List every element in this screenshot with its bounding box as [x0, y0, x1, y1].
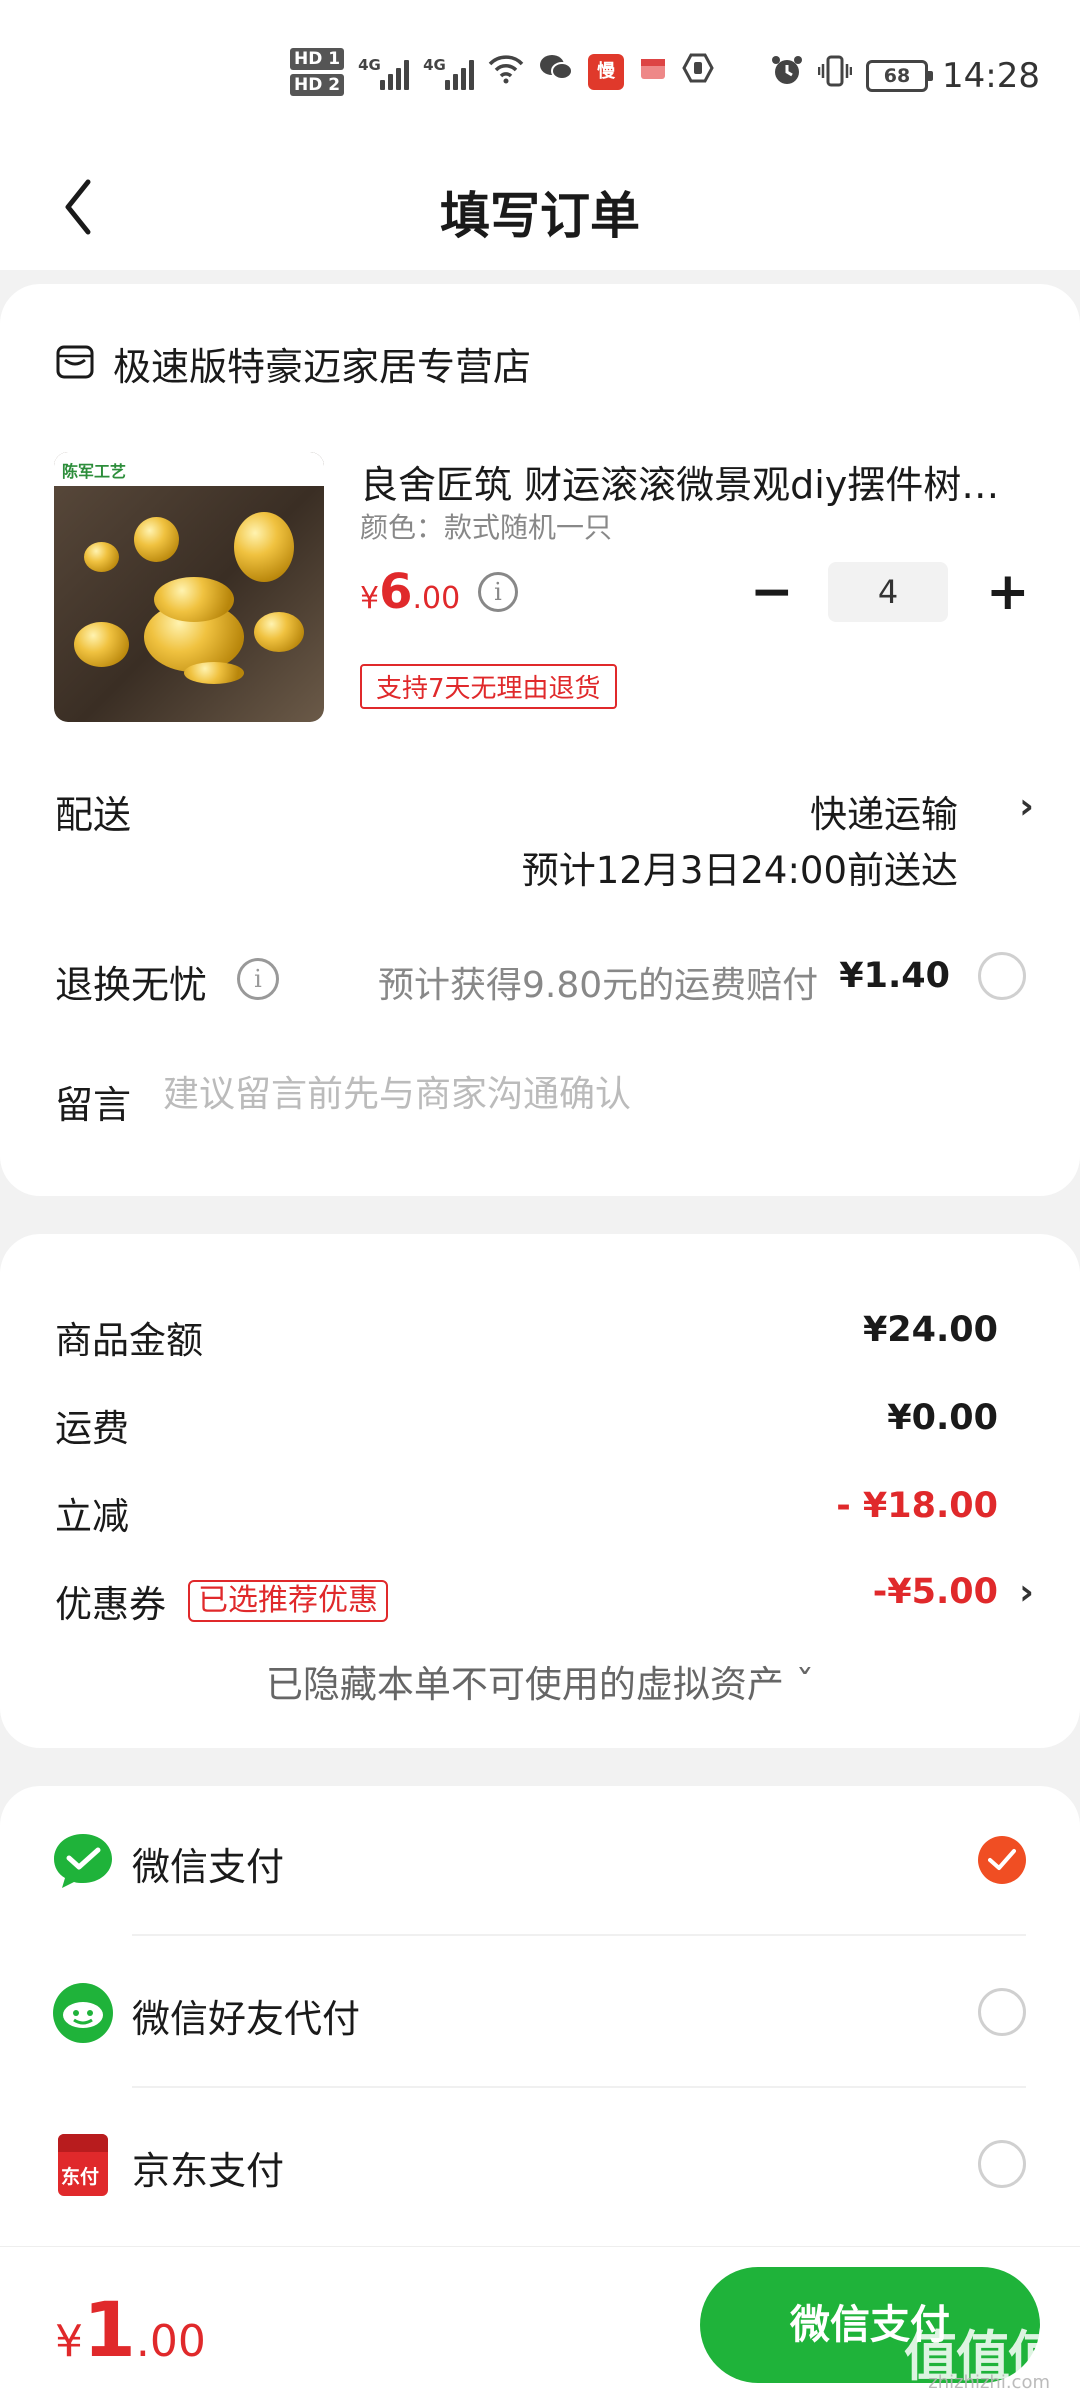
worry-free-label: 退换无忧	[55, 963, 208, 1007]
price-currency: ¥	[360, 581, 380, 616]
shipping-label: 配送	[55, 793, 132, 837]
total-currency: ¥	[55, 2316, 83, 2367]
shipping-method[interactable]: 快递运输	[810, 784, 958, 838]
quantity-stepper: − 4 +	[750, 562, 1030, 622]
page-title: 填写订单	[440, 187, 640, 245]
friend-pay-icon	[52, 1982, 114, 2044]
worry-free-description: 预计获得9.80元的运费赔付	[378, 965, 819, 1006]
payment-option-friend-pay[interactable]: 微信好友代付	[0, 1938, 1080, 2088]
total-decimal: .00	[135, 2316, 206, 2367]
watermark-url: zhizhizhi.com	[928, 2372, 1050, 2393]
alarm-icon	[770, 54, 804, 97]
coupon-recommend-badge: 已选推荐优惠	[188, 1580, 388, 1622]
status-time: 14:28	[942, 55, 1040, 96]
goods-amount-value: ¥24.00	[862, 1310, 998, 1350]
worry-free-price: ¥1.40	[839, 956, 950, 996]
divider	[132, 2086, 1026, 2088]
jd-pay-icon: 东付	[58, 2134, 108, 2196]
product-title[interactable]: 良舍匠筑 财运滚滚微景观diy摆件树…	[360, 454, 1020, 509]
hd-indicator: HD 1 HD 2	[290, 48, 345, 96]
wechat-notification-icon	[538, 52, 574, 93]
product-price: ¥6.00	[360, 564, 460, 620]
coupon-value[interactable]: -¥5.00	[873, 1572, 998, 1612]
price-info-icon[interactable]: i	[478, 572, 518, 612]
worry-free-radio[interactable]	[978, 952, 1026, 1000]
nav-bar: 填写订单	[0, 150, 1080, 270]
product-spec: 颜色：款式随机一只	[360, 511, 613, 544]
signal-icon-1: 4G	[358, 54, 410, 90]
increase-button[interactable]: +	[986, 562, 1030, 622]
network-type-2: 4G	[423, 56, 446, 74]
payment-option-jd-pay[interactable]: 东付 京东支付	[0, 2090, 1080, 2240]
freight-value: ¥0.00	[887, 1398, 998, 1438]
discount-value: - ¥18.00	[836, 1486, 998, 1526]
worry-free-info-icon[interactable]: i	[237, 958, 279, 1000]
price-integer: 6	[379, 564, 413, 620]
coupon-chevron-icon[interactable]: ›	[1019, 1572, 1034, 1613]
payment-option-wechat[interactable]: 微信支付	[0, 1786, 1080, 1936]
product-brand-label: 陈军工艺	[54, 452, 324, 486]
status-bar: HD 1 HD 2 4G 4G 慢 68 14:28	[0, 0, 1080, 150]
price-decimal: .00	[412, 581, 461, 616]
app-notification-icon: 慢	[588, 54, 625, 90]
shipping-chevron-icon[interactable]: ›	[1019, 786, 1034, 827]
jd-pay-radio[interactable]	[978, 2140, 1026, 2188]
message-label: 留言	[55, 1083, 132, 1127]
wifi-icon	[488, 52, 524, 93]
coupon-label: 优惠券	[55, 1583, 166, 1626]
divider	[132, 1934, 1026, 1936]
goods-amount-label: 商品金额	[55, 1319, 203, 1362]
friend-pay-radio[interactable]	[978, 1988, 1026, 2036]
payment-methods-card: 微信支付 微信好友代付 东付 京东支付	[0, 1786, 1080, 2246]
shipping-eta: 预计12月3日24:00前送达	[521, 849, 958, 892]
order-card: 极速版特豪迈家居专营店 陈军工艺 良舍匠筑 财运滚滚微景观diy摆件树… 颜色：…	[0, 284, 1080, 1196]
store-icon	[55, 342, 95, 386]
price-summary-card: 商品金额 ¥24.00 运费 ¥0.00 立减 - ¥18.00 优惠券 已选推…	[0, 1234, 1080, 1748]
wechat-pay-icon	[52, 1830, 114, 1892]
wechat-pay-radio[interactable]	[978, 1836, 1026, 1884]
hidden-assets-toggle[interactable]: 已隐藏本单不可使用的虚拟资产 ˇ	[0, 1654, 1080, 1708]
discount-label: 立减	[55, 1495, 129, 1538]
order-total: ¥1.00	[55, 2285, 206, 2374]
freight-label: 运费	[55, 1407, 129, 1450]
total-integer: 1	[83, 2285, 136, 2374]
message-input[interactable]	[163, 1074, 1023, 1115]
status-icons-right: 68 14:28	[770, 54, 1040, 97]
status-icons-left: HD 1 HD 2 4G 4G 慢	[290, 48, 714, 96]
hand-notification-icon	[682, 52, 714, 93]
quantity-value[interactable]: 4	[828, 562, 948, 622]
payment-label: 微信好友代付	[132, 1997, 361, 2041]
hd2-badge: HD 2	[290, 74, 345, 96]
battery-icon: 68	[866, 59, 934, 92]
store-name: 极速版特豪迈家居专营店	[113, 345, 532, 389]
network-type-1: 4G	[358, 56, 381, 74]
store-row[interactable]: 极速版特豪迈家居专营店	[55, 336, 531, 391]
payment-label: 京东支付	[132, 2149, 285, 2193]
jd-pay-icon-text: 东付	[61, 2166, 100, 2188]
check-icon	[988, 1849, 1016, 1870]
signal-icon-2: 4G	[423, 54, 475, 90]
return-policy-badge: 支持7天无理由退货	[360, 664, 617, 709]
calendar-notification-icon	[638, 53, 668, 92]
decrease-button[interactable]: −	[750, 562, 794, 622]
vibrate-icon	[817, 54, 853, 97]
hd1-badge: HD 1	[290, 48, 345, 70]
product-image[interactable]: 陈军工艺	[54, 452, 324, 722]
payment-label: 微信支付	[132, 1845, 285, 1889]
